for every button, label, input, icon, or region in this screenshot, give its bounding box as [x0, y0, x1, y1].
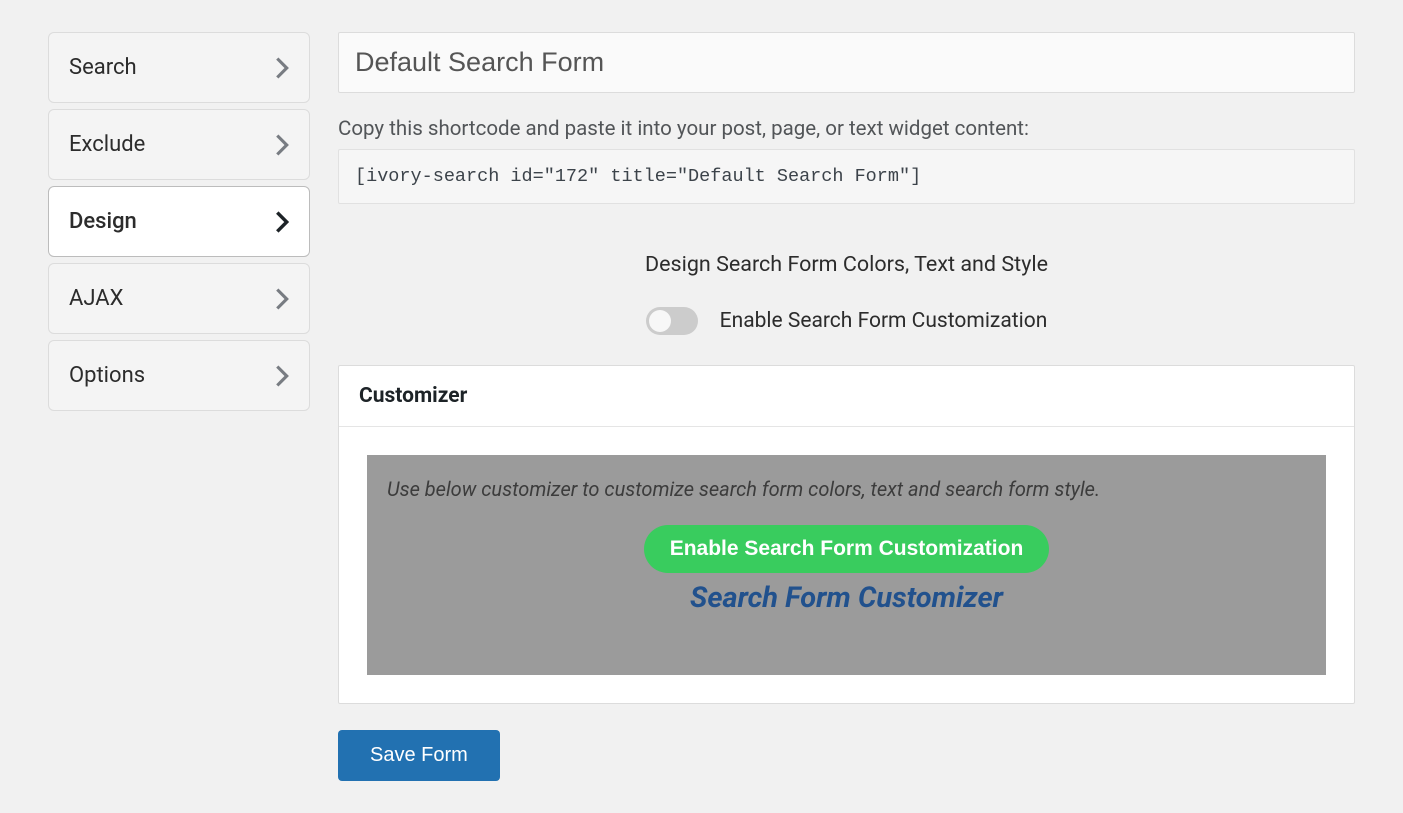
sidebar: Search Exclude Design AJAX Options	[48, 32, 310, 781]
tab-label: Exclude	[69, 132, 145, 157]
customizer-panel-title: Customizer	[339, 366, 1354, 427]
main-content: Copy this shortcode and paste it into yo…	[338, 32, 1355, 781]
design-heading: Design Search Form Colors, Text and Styl…	[338, 252, 1355, 277]
tab-options[interactable]: Options	[48, 340, 310, 411]
shortcode-instruction: Copy this shortcode and paste it into yo…	[338, 117, 1355, 141]
shortcode-box[interactable]: [ivory-search id="172" title="Default Se…	[338, 149, 1355, 204]
tab-ajax[interactable]: AJAX	[48, 263, 310, 334]
search-form-customizer-link[interactable]: Search Form Customizer	[387, 581, 1306, 615]
chevron-right-icon	[275, 57, 289, 79]
customizer-panel: Customizer Use below customizer to custo…	[338, 365, 1355, 704]
tab-label: AJAX	[69, 286, 123, 311]
chevron-right-icon	[275, 211, 289, 233]
save-form-button[interactable]: Save Form	[338, 730, 500, 781]
customization-toggle-row: Enable Search Form Customization	[338, 307, 1355, 335]
chevron-right-icon	[275, 365, 289, 387]
customization-toggle-label: Enable Search Form Customization	[720, 309, 1048, 333]
tab-label: Design	[69, 209, 137, 234]
tab-label: Options	[69, 363, 145, 388]
customizer-disabled-overlay: Use below customizer to customize search…	[367, 455, 1326, 675]
tab-search[interactable]: Search	[48, 32, 310, 103]
enable-customization-button[interactable]: Enable Search Form Customization	[644, 525, 1050, 573]
tab-design[interactable]: Design	[48, 186, 310, 257]
customization-toggle[interactable]	[646, 307, 698, 335]
chevron-right-icon	[275, 288, 289, 310]
chevron-right-icon	[275, 134, 289, 156]
form-title-input[interactable]	[338, 32, 1355, 93]
customizer-hint: Use below customizer to customize search…	[387, 477, 1306, 501]
tab-label: Search	[69, 55, 137, 80]
tab-exclude[interactable]: Exclude	[48, 109, 310, 180]
